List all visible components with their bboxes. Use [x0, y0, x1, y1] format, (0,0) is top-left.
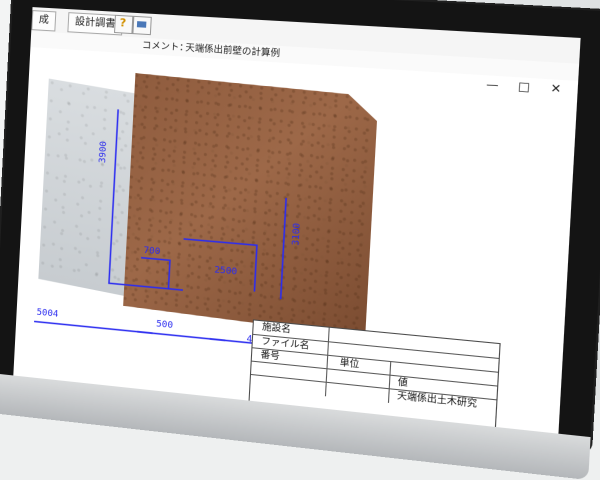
- drawing-viewport[interactable]: 3900 700 5004 500 4400 3100 2500 施設名 ファイ…: [13, 65, 577, 435]
- dimension-vertical-main: 3900: [98, 141, 109, 164]
- display-icon[interactable]: [132, 16, 151, 35]
- maximize-button[interactable]: □: [516, 79, 533, 95]
- dimension-inner: 2500: [214, 265, 237, 277]
- dimension-base-left: 5004: [36, 308, 58, 320]
- monitor-screen: 成 設計調書 コメント： 天端係出前壁の計算例 — □ ✕: [13, 7, 580, 435]
- dimension-vertical-right: 3100: [291, 223, 303, 246]
- help-icon[interactable]: [114, 15, 133, 34]
- monitor-frame: 成 設計調書 コメント： 天端係出前壁の計算例 — □ ✕: [0, 0, 600, 453]
- minimize-button[interactable]: —: [484, 77, 501, 93]
- tab-results[interactable]: 成: [31, 10, 56, 31]
- dimension-base-mid: 500: [156, 319, 173, 331]
- dimension-horizontal-small: 700: [143, 246, 160, 258]
- info-row5-col1: [259, 376, 308, 394]
- close-button[interactable]: ✕: [547, 81, 564, 97]
